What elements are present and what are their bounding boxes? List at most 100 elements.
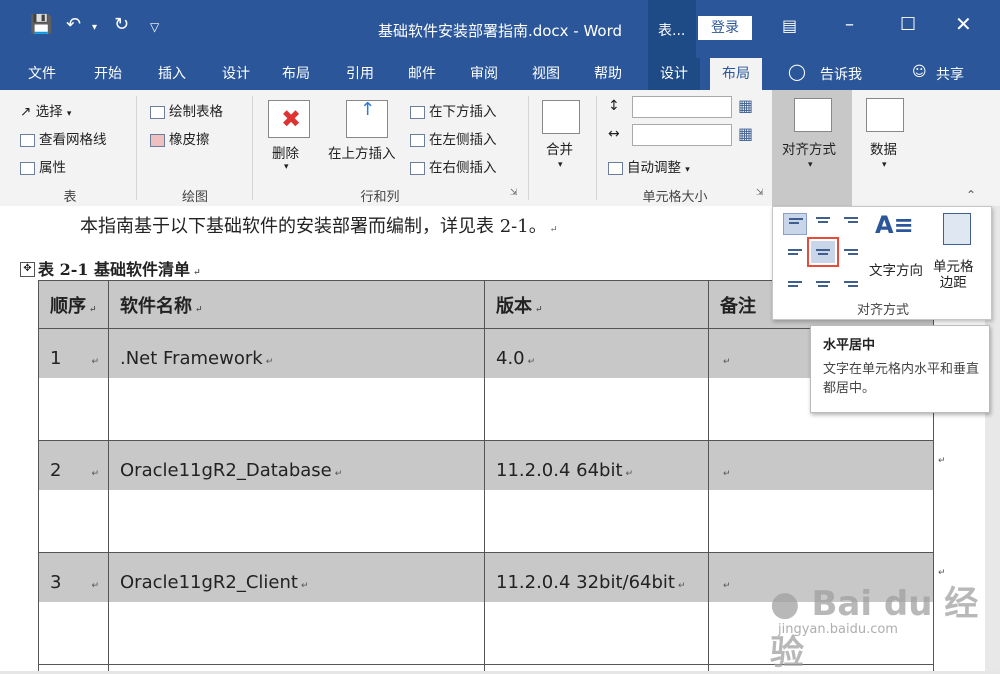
alignment-button[interactable]: 对齐方式 ▾: [772, 90, 852, 206]
header-cell[interactable]: 备注: [720, 292, 756, 318]
insert-below-button[interactable]: 在下方插入: [410, 100, 497, 120]
table-caption: 表 2-1 基础软件清单 ↵: [38, 260, 201, 279]
tab-review[interactable]: 审阅: [458, 58, 510, 90]
data-button[interactable]: 数据: [870, 138, 897, 158]
table-cell[interactable]: 4.0 ↵: [496, 348, 535, 369]
align-top-center-icon[interactable]: [811, 213, 835, 235]
tab-file[interactable]: 文件: [16, 58, 68, 90]
align-bottom-right-icon[interactable]: [839, 269, 863, 291]
select-button[interactable]: ↗ 选择 ▾: [20, 100, 71, 120]
login-button[interactable]: 登录: [698, 16, 752, 40]
collapse-ribbon-icon[interactable]: ⌃: [966, 188, 976, 202]
dialog-launcher-icon[interactable]: ⇲: [756, 188, 764, 198]
insert-below-icon: [410, 105, 425, 119]
properties-button[interactable]: 属性: [20, 156, 66, 176]
align-center-icon[interactable]: [807, 237, 839, 267]
table-cell[interactable]: ↵: [720, 572, 731, 593]
divider: [136, 96, 137, 200]
cell-margins-button[interactable]: 单元格 边距: [933, 211, 985, 295]
table-cell[interactable]: .Net Framework ↵: [120, 348, 273, 369]
tab-help[interactable]: 帮助: [582, 58, 634, 90]
tab-design[interactable]: 设计: [210, 58, 262, 90]
tab-mailings[interactable]: 邮件: [396, 58, 448, 90]
undo-icon[interactable]: ↶: [66, 14, 81, 35]
table-border: [38, 440, 934, 441]
table-cell[interactable]: 11.2.0.4 64bit ↵: [496, 460, 633, 481]
header-cell[interactable]: 版本 ↵: [496, 292, 543, 318]
save-icon[interactable]: 💾: [30, 14, 52, 35]
distribute-columns-icon[interactable]: ▦: [738, 124, 753, 143]
merge-icon[interactable]: [542, 100, 580, 134]
table-tools-header: 表...: [648, 0, 696, 58]
table-cell[interactable]: Oracle11gR2_Database ↵: [120, 460, 342, 481]
distribute-rows-icon[interactable]: ▦: [738, 96, 753, 115]
tooltip-title: 水平居中: [823, 338, 876, 353]
merge-button[interactable]: 合并: [546, 138, 573, 158]
insert-left-button[interactable]: 在左侧插入: [410, 128, 497, 148]
table-cell[interactable]: 1 ↵: [50, 348, 99, 369]
insert-left-icon: [410, 133, 425, 147]
eraser-button[interactable]: 橡皮擦: [150, 128, 210, 148]
row-height-input[interactable]: [632, 96, 732, 118]
redo-icon[interactable]: ↻: [114, 14, 129, 35]
chevron-down-icon: ▾: [685, 165, 690, 175]
tab-view[interactable]: 视图: [520, 58, 572, 90]
share-button[interactable]: 共享: [936, 64, 964, 84]
table-cell[interactable]: 3 ↵: [50, 572, 99, 593]
text-direction-icon: A≡: [875, 211, 914, 239]
align-bottom-left-icon[interactable]: [783, 269, 807, 291]
align-top-right-icon[interactable]: [839, 213, 863, 235]
delete-table-icon[interactable]: ✖: [268, 100, 310, 138]
divider: [528, 96, 529, 200]
gridlines-icon: [20, 133, 35, 147]
header-cell[interactable]: 顺序 ↵: [50, 292, 97, 318]
align-center-left-icon[interactable]: [783, 241, 807, 263]
paw-icon: ●: [770, 584, 800, 624]
tab-table-design[interactable]: 设计: [648, 58, 700, 90]
table-cell[interactable]: ↵: [720, 460, 731, 481]
column-width-input[interactable]: [632, 124, 732, 146]
tab-table-layout[interactable]: 布局: [710, 58, 762, 90]
undo-dropdown-icon[interactable]: ▾: [92, 22, 97, 33]
tell-me-search[interactable]: 告诉我: [820, 64, 862, 84]
dialog-launcher-icon[interactable]: ⇲: [510, 188, 518, 198]
table-move-handle-icon[interactable]: ✥: [20, 262, 35, 277]
arrow-up-icon: ↑: [360, 99, 376, 120]
share-icon[interactable]: ☺: [912, 64, 927, 80]
maximize-icon[interactable]: ☐: [900, 14, 916, 35]
align-top-left-icon[interactable]: [783, 213, 807, 235]
draw-table-button[interactable]: 绘制表格: [150, 100, 223, 120]
tab-layout[interactable]: 布局: [270, 58, 322, 90]
insert-right-button[interactable]: 在右侧插入: [410, 156, 497, 176]
dropdown-group-label: 对齐方式: [856, 303, 909, 318]
insert-above-button[interactable]: 在上方插入: [328, 142, 396, 162]
divider: [252, 96, 253, 200]
title-bar: 💾 ↶ ▾ ↻ ▽ 基础软件安装部署指南.docx - Word 表... 登录…: [0, 0, 1000, 58]
minimize-icon[interactable]: –: [845, 14, 854, 35]
header-cell[interactable]: 软件名称 ↵: [120, 292, 203, 318]
table-border: [708, 280, 709, 671]
text-direction-button[interactable]: A≡ 文字方向: [869, 211, 925, 279]
align-center-right-icon[interactable]: [839, 241, 863, 263]
tab-home[interactable]: 开始: [82, 58, 134, 90]
table-cell[interactable]: Oracle11gR2_Client ↵: [120, 572, 309, 593]
delete-button[interactable]: 删除: [272, 142, 299, 162]
tab-references[interactable]: 引用: [334, 58, 386, 90]
table-cell[interactable]: 11.2.0.4 32bit/64bit ↵: [496, 572, 686, 593]
align-bottom-center-icon[interactable]: [811, 269, 835, 291]
customize-qat-icon[interactable]: ▽: [150, 20, 159, 34]
tab-insert[interactable]: 插入: [146, 58, 198, 90]
autofit-icon: [608, 161, 623, 175]
group-label-table: 表: [63, 190, 77, 205]
insert-above-icon[interactable]: ↑: [346, 99, 388, 138]
ribbon-display-options-icon[interactable]: ▤: [782, 16, 797, 35]
table-cell[interactable]: 2 ↵: [50, 460, 99, 481]
table-cell[interactable]: ↵: [720, 348, 731, 369]
autofit-button[interactable]: 自动调整 ▾: [608, 156, 690, 176]
view-gridlines-button[interactable]: 查看网格线: [20, 128, 107, 148]
alignment-icon: [794, 98, 832, 132]
close-icon[interactable]: ✕: [955, 12, 972, 36]
alignment-label: 对齐方式: [782, 142, 836, 158]
x-icon: ✖: [281, 105, 302, 133]
table-border: [38, 328, 934, 329]
